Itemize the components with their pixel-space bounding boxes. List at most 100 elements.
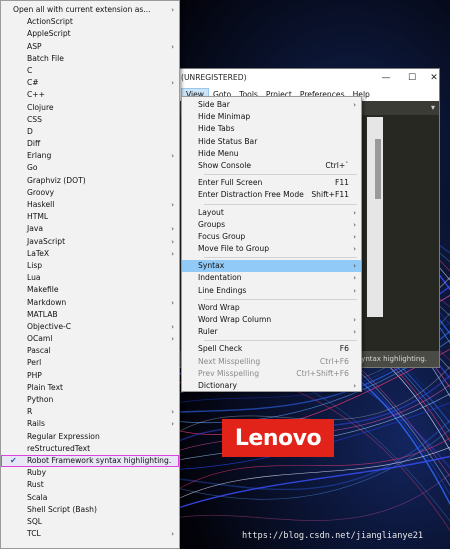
menu-item-label: Ruby (27, 468, 47, 478)
view-item-hide-status-bar[interactable]: Hide Status Bar (182, 136, 361, 148)
submenu-arrow-icon: › (353, 232, 356, 241)
submenu-arrow-icon: › (171, 42, 174, 51)
syntax-item-markdown[interactable]: Markdown › (1, 297, 179, 309)
syntax-item-actionscript[interactable]: ActionScript (1, 16, 179, 28)
view-item-indentation[interactable]: Indentation › (182, 272, 361, 284)
view-item-spell-check[interactable]: Spell Check F6 (182, 343, 361, 355)
syntax-item-r[interactable]: R › (1, 406, 179, 418)
syntax-item-lua[interactable]: Lua (1, 272, 179, 284)
view-item-word-wrap[interactable]: Word Wrap (182, 302, 361, 314)
menu-item-label: Hide Status Bar (198, 136, 258, 146)
syntax-item-makefile[interactable]: Makefile (1, 284, 179, 296)
syntax-item-python[interactable]: Python (1, 394, 179, 406)
view-item-show-console[interactable]: Show Console Ctrl+` (182, 160, 361, 172)
syntax-item-graphviz-dot[interactable]: Graphviz (DOT) (1, 175, 179, 187)
menu-item-label: C (27, 65, 33, 75)
syntax-item-ruby[interactable]: Ruby (1, 467, 179, 479)
menu-separator (204, 257, 357, 259)
shortcut-hint: F6 (339, 344, 349, 354)
shortcut-hint: Ctrl+Shift+F6 (296, 368, 349, 378)
view-item-groups[interactable]: Groups › (182, 219, 361, 231)
view-item-layout[interactable]: Layout › (182, 207, 361, 219)
view-item-enter-full-screen[interactable]: Enter Full Screen F11 (182, 177, 361, 189)
view-item-ruler[interactable]: Ruler › (182, 326, 361, 338)
submenu-arrow-icon: › (353, 328, 356, 337)
view-item-focus-group[interactable]: Focus Group › (182, 231, 361, 243)
syntax-item-plain-text[interactable]: Plain Text (1, 382, 179, 394)
syntax-item-pascal[interactable]: Pascal (1, 345, 179, 357)
syntax-item-shell-script-bash[interactable]: Shell Script (Bash) (1, 504, 179, 516)
menu-item-label: Diff (27, 139, 41, 149)
syntax-item-regular-expression[interactable]: Regular Expression (1, 431, 179, 443)
submenu-arrow-icon: › (171, 201, 174, 209)
shortcut-hint: Shift+F11 (311, 190, 349, 200)
menu-item-label: Graphviz (DOT) (27, 175, 86, 185)
submenu-arrow-icon: › (171, 249, 174, 258)
submenu-arrow-icon: › (171, 408, 174, 417)
menu-separator (204, 174, 357, 176)
menu-item-label: Open all with current extension as... (13, 5, 151, 14)
syntax-item-d[interactable]: D (1, 126, 179, 138)
view-item-line-endings[interactable]: Line Endings › (182, 285, 361, 297)
syntax-item-html[interactable]: HTML (1, 211, 179, 223)
shortcut-hint: Ctrl+F6 (319, 356, 349, 366)
view-item-enter-distraction-free-mode[interactable]: Enter Distraction Free Mode Shift+F11 (182, 189, 361, 201)
editor-scrollbar[interactable] (375, 139, 381, 199)
view-item-hide-menu[interactable]: Hide Menu (182, 148, 361, 160)
syntax-item-clojure[interactable]: Clojure (1, 102, 179, 114)
menu-item-label: Regular Expression (27, 431, 100, 441)
menu-item-label: Scala (27, 492, 48, 502)
syntax-item-applescript[interactable]: AppleScript (1, 28, 179, 40)
menu-item-label: Erlang (27, 151, 52, 161)
syntax-item-perl[interactable]: Perl (1, 357, 179, 369)
syntax-item-batch-file[interactable]: Batch File (1, 53, 179, 65)
menu-item-label: OCaml (27, 334, 53, 344)
syntax-item-c[interactable]: C++ (1, 89, 179, 101)
syntax-item-latex[interactable]: LaTeX › (1, 248, 179, 260)
syntax-item-matlab[interactable]: MATLAB (1, 309, 179, 321)
menu-item-label: MATLAB (27, 309, 58, 319)
view-item-hide-minimap[interactable]: Hide Minimap (182, 111, 361, 123)
syntax-item-ocaml[interactable]: OCaml › (1, 333, 179, 345)
syntax-item-scala[interactable]: Scala (1, 492, 179, 504)
menu-item-label: Layout (198, 207, 224, 217)
syntax-item-tcl[interactable]: TCL › (1, 528, 179, 540)
menu-item-label: Focus Group (198, 231, 246, 241)
syntax-item-haskell[interactable]: Haskell › (1, 199, 179, 211)
syntax-item-javascript[interactable]: JavaScript › (1, 236, 179, 248)
tab-dropdown-icon[interactable]: ▾ (431, 103, 435, 112)
menu-item-label: AppleScript (27, 29, 71, 39)
syntax-item-erlang[interactable]: Erlang › (1, 150, 179, 162)
view-item-hide-tabs[interactable]: Hide Tabs (182, 123, 361, 135)
syntax-item-groovy[interactable]: Groovy (1, 187, 179, 199)
minimize-button[interactable]: — (373, 70, 399, 86)
syntax-item-go[interactable]: Go (1, 162, 179, 174)
syntax-item-restructuredtext[interactable]: reStructuredText (1, 443, 179, 455)
view-item-word-wrap-column[interactable]: Word Wrap Column › (182, 314, 361, 326)
view-item-dictionary[interactable]: Dictionary › (182, 380, 361, 392)
menu-item-label: Pascal (27, 346, 51, 356)
window-titlebar[interactable]: (UNREGISTERED) — ☐ ✕ (177, 69, 439, 87)
syntax-item-sql[interactable]: SQL (1, 516, 179, 528)
close-window-button[interactable]: ✕ (421, 70, 447, 86)
syntax-item-asp[interactable]: ASP › (1, 41, 179, 53)
syntax-item-diff[interactable]: Diff (1, 138, 179, 150)
syntax-item-rust[interactable]: Rust (1, 479, 179, 491)
syntax-item-objective-c[interactable]: Objective-C › (1, 321, 179, 333)
view-item-prev-misspelling: Prev Misspelling Ctrl+Shift+F6 (182, 368, 361, 380)
syntax-item-lisp[interactable]: Lisp (1, 260, 179, 272)
syntax-item-java[interactable]: Java › (1, 223, 179, 235)
syntax-item-c[interactable]: C (1, 65, 179, 77)
submenu-arrow-icon: › (171, 237, 174, 246)
view-item-side-bar[interactable]: Side Bar › (182, 99, 361, 111)
syntax-item-robot-framework-syntax-highlighting[interactable]: ✔ Robot Framework syntax highlighting. (1, 454, 179, 468)
menu-item-label: Side Bar (198, 100, 230, 109)
syntax-item-rails[interactable]: Rails › (1, 418, 179, 430)
syntax-item-php[interactable]: PHP (1, 370, 179, 382)
view-item-syntax[interactable]: Syntax › (182, 260, 361, 273)
submenu-arrow-icon: › (171, 225, 174, 234)
syntax-item-open-all-with-current-extension-as[interactable]: Open all with current extension as... › (1, 4, 179, 16)
syntax-item-css[interactable]: CSS (1, 114, 179, 126)
view-item-move-file-to-group[interactable]: Move File to Group › (182, 243, 361, 255)
syntax-item-c[interactable]: C# › (1, 77, 179, 89)
